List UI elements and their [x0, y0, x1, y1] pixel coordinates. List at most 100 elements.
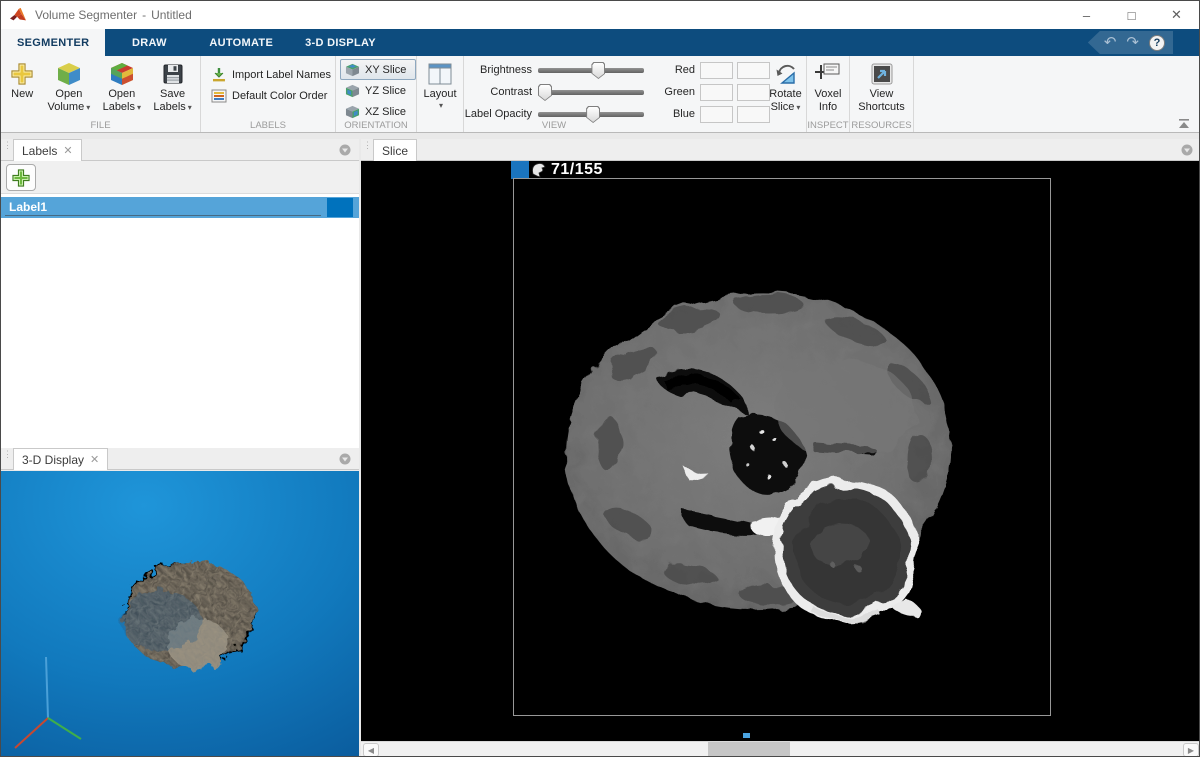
tab-segmenter[interactable]: SEGMENTER [1, 29, 106, 56]
brain-mri-slice [514, 179, 1050, 715]
labels-panel-tab[interactable]: Labels ✕ [13, 139, 82, 161]
cursor-icon [532, 163, 546, 178]
label-color-swatch[interactable] [327, 198, 353, 217]
add-label-button[interactable] [6, 164, 36, 191]
section-layout: Layout ▾ [417, 56, 464, 132]
scrollbar-thumb[interactable] [707, 742, 791, 756]
quick-access-toolbar: ↶ ↷ ? [1087, 31, 1173, 54]
horizontal-scrollbar[interactable]: ◀ ▶ [361, 741, 1199, 756]
close-button[interactable]: ✕ [1154, 1, 1199, 29]
3d-display-panel-tab[interactable]: 3-D Display ✕ [13, 448, 109, 470]
tab-draw[interactable]: DRAW [105, 29, 193, 56]
yz-slice-toggle[interactable]: YZ Slice [340, 80, 416, 101]
slice-position-marker [743, 733, 750, 738]
voxel-info-icon [815, 63, 840, 79]
ribbon-tab-bar: SEGMENTER DRAW AUTOMATE 3-D DISPLAY ↶ ↷ … [1, 29, 1199, 56]
red-field-row: Red [660, 59, 774, 81]
panel-menu-icon[interactable] [1181, 144, 1193, 156]
labels-panel-body: Label1 [1, 161, 359, 448]
rotate-slice-button[interactable]: Rotate Slice ▾ [764, 56, 807, 114]
slice-panel-header: ⋮ Slice [361, 139, 1199, 161]
brightness-slider-row: Brightness [464, 59, 644, 81]
redo-icon[interactable]: ↷ [1126, 35, 1139, 50]
panel-menu-icon[interactable] [339, 144, 351, 156]
help-icon[interactable]: ? [1149, 34, 1165, 51]
red-min-field[interactable] [700, 61, 733, 79]
section-caption-orientation: ORIENTATION [344, 120, 408, 131]
shortcuts-icon [871, 63, 892, 85]
volume-segmenter-window: Volume Segmenter - Untitled – □ ✕ SEGMEN… [0, 0, 1200, 757]
scroll-right-icon[interactable]: ▶ [1183, 743, 1199, 756]
dropdown-arrow-icon: ▾ [187, 103, 192, 112]
title-separator: - [142, 8, 147, 22]
label-name[interactable]: Label1 [5, 199, 321, 216]
voxel-info-button[interactable]: Voxel Info [807, 56, 849, 114]
layout-button[interactable]: Layout ▾ [417, 56, 463, 110]
section-view: Brightness Contrast Label Opacity Red Gr… [464, 56, 807, 132]
contrast-slider[interactable] [538, 82, 644, 102]
brightness-label: Brightness [480, 64, 532, 76]
panel-grip[interactable]: ⋮ [363, 141, 372, 157]
slice-panel-tab[interactable]: Slice [373, 139, 418, 161]
import-label-names-button[interactable]: Import Label Names [207, 64, 335, 85]
dropdown-arrow-icon: ▾ [137, 103, 142, 112]
volume-cube-icon [57, 63, 80, 85]
panel-grip[interactable]: ⋮ [3, 450, 12, 466]
tab-3d-display[interactable]: 3-D DISPLAY [289, 29, 392, 56]
slice-image-frame [513, 178, 1051, 716]
labels-cube-icon [110, 63, 133, 85]
section-caption-view: VIEW [541, 120, 567, 131]
section-labels: Import Label Names Default Color Order L… [201, 56, 336, 132]
collapse-ribbon-icon[interactable] [1177, 119, 1191, 129]
slice-viewport[interactable]: 71/155 [361, 161, 1199, 741]
import-icon [212, 67, 225, 81]
slice-indicator[interactable]: 71/155 [511, 161, 603, 179]
section-caption-labels: LABELS [250, 120, 286, 131]
section-caption-inspect: INSPECT [807, 120, 849, 131]
blue-field-row: Blue [660, 103, 774, 125]
label-opacity-label: Label Opacity [464, 108, 532, 120]
ribbon-toolbar: New Open Volume ▾ Open Labels ▾ Save Lab… [1, 56, 1199, 133]
undo-icon[interactable]: ↶ [1104, 35, 1117, 50]
dropdown-arrow-icon: ▾ [86, 103, 91, 112]
label-row[interactable]: Label1 [1, 197, 359, 218]
maximize-button[interactable]: □ [1109, 1, 1154, 29]
xz-cube-icon [345, 105, 360, 118]
contrast-slider-thumb[interactable] [538, 84, 552, 101]
3d-brain-render [1, 471, 359, 756]
minimize-button[interactable]: – [1064, 1, 1109, 29]
red-label: Red [674, 64, 695, 76]
default-color-order-button[interactable]: Default Color Order [207, 85, 335, 106]
close-tab-icon[interactable]: ✕ [90, 453, 99, 466]
section-caption-resources: RESOURCES [851, 120, 912, 131]
dropdown-arrow-icon: ▾ [796, 103, 801, 112]
matlab-logo-icon [10, 7, 26, 21]
section-orientation: XY Slice YZ Slice XZ Slice ORIENTATION [336, 56, 417, 132]
xz-slice-toggle[interactable]: XZ Slice [340, 101, 416, 122]
3d-viewport[interactable] [1, 471, 359, 756]
tab-automate[interactable]: AUTOMATE [193, 29, 289, 56]
close-tab-icon[interactable]: ✕ [63, 144, 72, 157]
slice-slider-handle[interactable] [511, 161, 529, 179]
color-order-icon [211, 89, 227, 102]
contrast-label: Contrast [490, 86, 532, 98]
blue-min-field[interactable] [700, 105, 733, 123]
section-caption-file: FILE [90, 120, 111, 131]
section-file: New Open Volume ▾ Open Labels ▾ Save Lab… [1, 56, 201, 132]
section-resources: View Shortcuts RESOURCES [850, 56, 914, 132]
xy-cube-icon [345, 63, 360, 76]
new-plus-icon [11, 63, 33, 85]
yz-cube-icon [345, 84, 360, 97]
panel-menu-icon[interactable] [339, 453, 351, 465]
rotate-slice-icon [776, 64, 795, 84]
brightness-slider-thumb[interactable] [591, 62, 606, 79]
dropdown-arrow-icon: ▾ [438, 101, 443, 110]
brightness-slider[interactable] [538, 60, 644, 80]
green-min-field[interactable] [700, 83, 733, 101]
panel-grip[interactable]: ⋮ [3, 141, 12, 157]
scroll-left-icon[interactable]: ◀ [363, 743, 379, 756]
view-sliders: Brightness Contrast Label Opacity [464, 59, 644, 125]
xy-slice-toggle[interactable]: XY Slice [340, 59, 416, 80]
add-plus-icon [12, 168, 30, 187]
view-shortcuts-button[interactable]: View Shortcuts [850, 56, 913, 114]
